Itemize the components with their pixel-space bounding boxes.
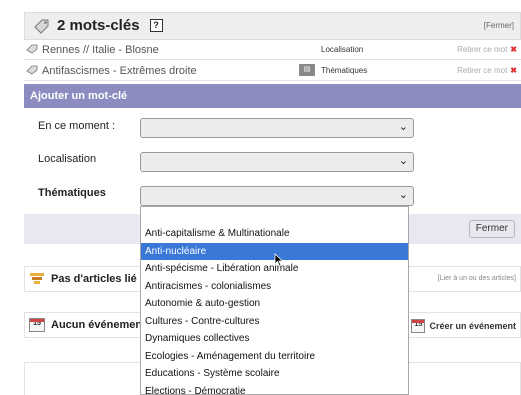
remove-icon[interactable]: ✖ (510, 66, 517, 75)
keyword-name[interactable]: Rennes // Italie - Blosne (42, 44, 159, 56)
calendar-add-icon: 15 (411, 319, 426, 333)
keyword-row: Antifascismes - Extrêmes droite ▤ Thémat… (24, 61, 521, 81)
keyword-name[interactable]: Antifascismes - Extrêmes droite (42, 65, 197, 77)
articles-label: Pas d'articles lié (51, 273, 137, 285)
tag-icon (26, 65, 38, 75)
create-event-label[interactable]: Créer un événement (429, 321, 516, 331)
create-event-button[interactable]: 15 Créer un événement (411, 319, 516, 333)
tag-icon (34, 19, 49, 34)
thematic-label: Thématiques (38, 187, 106, 199)
calendar-icon: 15 (29, 318, 45, 332)
dropdown-option[interactable]: Cultures - Contre-cultures (141, 313, 408, 331)
link-articles-link[interactable]: [Lier à un ou des articles] (438, 275, 516, 282)
thematic-select[interactable]: ⌄ (140, 186, 414, 206)
dropdown-option[interactable]: Educations - Système scolaire (141, 365, 408, 383)
keywords-header: 2 mots-clés ? [Fermer] (24, 12, 521, 40)
add-keyword-title: Ajouter un mot-clé (30, 90, 128, 102)
dropdown-option[interactable]: Antiracismes - colonialismes (141, 278, 408, 296)
help-icon[interactable]: ? (149, 19, 163, 32)
chevron-down-icon: ⌄ (398, 189, 408, 201)
dropdown-option[interactable]: Ecologies - Aménagement du territoire (141, 348, 408, 366)
keyword-group: Thématiques (321, 66, 368, 75)
dropdown-option[interactable]: Autonomie & auto-gestion (141, 295, 408, 313)
dropdown-option[interactable]: Dynamiques collectives (141, 330, 408, 348)
keywords-count-title: 2 mots-clés (57, 17, 140, 34)
thematic-dropdown-list[interactable]: Anti-capitalisme & Multinationale Anti-nu… (140, 206, 409, 395)
articles-icon (30, 273, 44, 284)
remove-keyword-label[interactable]: Retirer ce mot (457, 66, 507, 75)
dropdown-option[interactable]: Anti-capitalisme & Multinationale (141, 225, 408, 243)
chevron-down-icon: ⌄ (398, 155, 408, 167)
location-select[interactable]: ⌄ (140, 152, 414, 172)
mouse-cursor-icon (274, 253, 284, 267)
tag-icon (26, 44, 38, 54)
keyword-row: Rennes // Italie - Blosne Localisation R… (24, 40, 521, 60)
keywords-title-group: 2 mots-clés ? (33, 17, 163, 34)
close-button[interactable]: Fermer (468, 220, 515, 238)
keyword-group: Localisation (321, 45, 364, 54)
current-select[interactable]: ⌄ (140, 118, 414, 138)
remove-keyword-link[interactable]: Retirer ce mot ✖ (457, 66, 517, 75)
remove-keyword-label[interactable]: Retirer ce mot (457, 45, 507, 54)
page: 2 mots-clés ? [Fermer] Rennes // Italie … (0, 0, 521, 395)
remove-icon[interactable]: ✖ (510, 45, 517, 54)
location-label: Localisation (38, 153, 97, 165)
add-keyword-header: Ajouter un mot-clé (24, 84, 521, 108)
current-label: En ce moment : (38, 120, 116, 132)
chevron-down-icon: ⌄ (398, 121, 408, 133)
thematic-group-icon: ▤ (299, 64, 315, 76)
events-label: Aucun événemen (51, 319, 143, 331)
remove-keyword-link[interactable]: Retirer ce mot ✖ (457, 45, 517, 54)
dropdown-option[interactable]: Elections - Démocratie (141, 383, 408, 395)
close-keywords-link[interactable]: [Fermer] (484, 21, 514, 30)
dropdown-empty-option[interactable] (141, 207, 408, 225)
